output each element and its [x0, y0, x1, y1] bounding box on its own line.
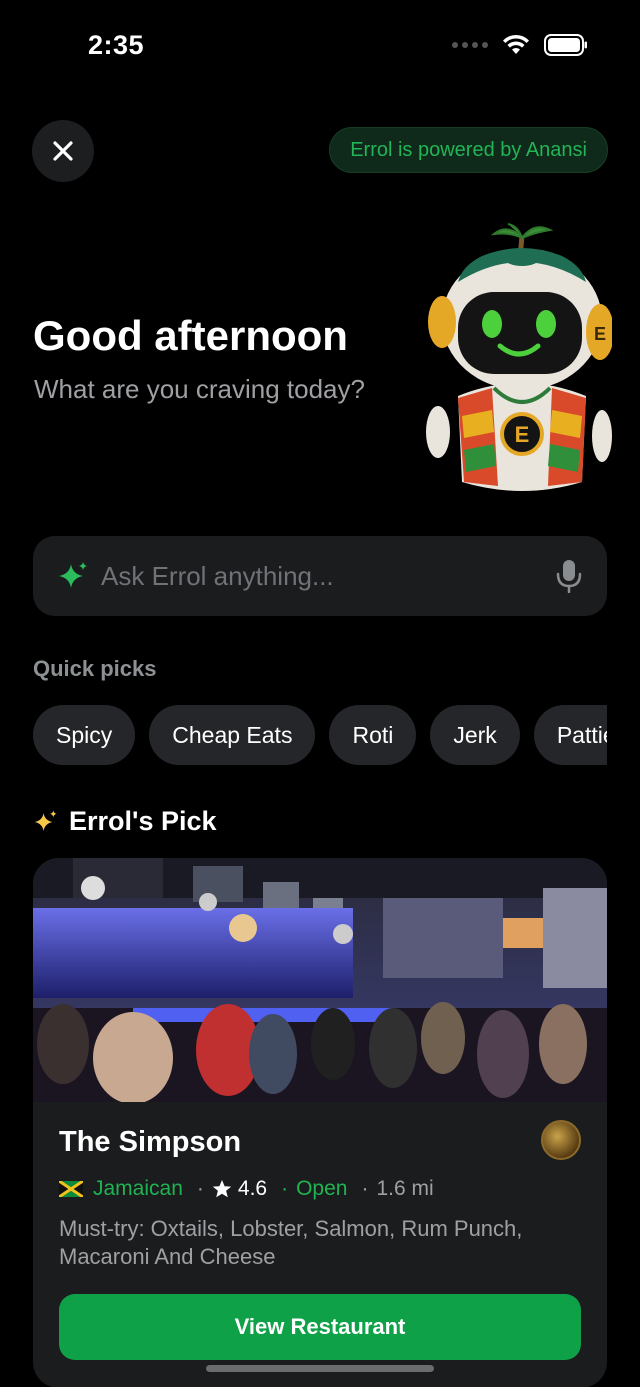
chip-spicy[interactable]: Spicy	[33, 705, 136, 765]
chip-cheap-eats[interactable]: Cheap Eats	[149, 705, 316, 765]
signal-icon	[452, 42, 488, 48]
restaurant-rating: 4.6	[212, 1177, 267, 1201]
status-time: 2:35	[88, 30, 145, 60]
restaurant-info: The Simpson Jamaican · 4.6 · Open · 1.6 …	[59, 1120, 581, 1271]
errols-pick-title: Errol's Pick	[69, 806, 217, 836]
restaurant-meta: Jamaican · 4.6 · Open · 1.6 mi	[59, 1177, 581, 1201]
sparkle-icon	[34, 810, 57, 831]
close-button[interactable]	[32, 120, 94, 182]
restaurant-distance: 1.6 mi	[376, 1177, 434, 1200]
close-icon	[53, 141, 73, 161]
chip-jerk[interactable]: Jerk	[430, 705, 520, 765]
chip-patties[interactable]: Patties	[533, 705, 607, 765]
svg-text:E: E	[515, 422, 530, 447]
quick-picks-label: Quick picks	[33, 656, 157, 681]
status-bar: 2:35	[0, 0, 640, 96]
restaurant-cuisine: Jamaican	[93, 1177, 183, 1200]
battery-icon	[544, 34, 587, 56]
restaurant-photo	[33, 858, 607, 1102]
rating-value: 4.6	[237, 1177, 268, 1200]
open-status: Open	[296, 1177, 348, 1200]
wifi-icon	[503, 34, 529, 54]
errols-pick-heading: Errol's Pick	[33, 806, 217, 837]
greeting-title: Good afternoon	[33, 312, 348, 359]
quick-picks-list: Spicy Cheap Eats Roti Jerk Patties	[33, 705, 607, 765]
restaurant-name: The Simpson	[59, 1126, 242, 1158]
mic-icon[interactable]	[555, 559, 583, 593]
meta-separator: ·	[196, 1177, 204, 1200]
home-indicator[interactable]	[206, 1365, 434, 1372]
powered-by-badge: Errol is powered by Anansi	[329, 127, 608, 173]
svg-text:E: E	[594, 324, 606, 344]
search-input[interactable]	[101, 560, 555, 592]
view-restaurant-button[interactable]: View Restaurant	[59, 1294, 581, 1360]
errol-mascot-image: E E	[426, 223, 612, 491]
chip-roti[interactable]: Roti	[329, 705, 417, 765]
must-try-dishes: Must-try: Oxtails, Lobster, Salmon, Rum …	[59, 1216, 523, 1269]
jamaica-flag-icon	[59, 1181, 83, 1197]
restaurant-logo	[541, 1120, 581, 1160]
restaurant-card[interactable]: The Simpson Jamaican · 4.6 · Open · 1.6 …	[33, 858, 607, 1387]
quick-picks-scroller[interactable]: Spicy Cheap Eats Roti Jerk Patties	[33, 705, 607, 765]
star-icon	[212, 1180, 232, 1198]
sparkle-icon	[59, 562, 87, 588]
meta-separator: ·	[361, 1177, 369, 1200]
status-icons	[452, 34, 588, 56]
ask-errol-search-bar[interactable]	[33, 536, 607, 616]
greeting-subtitle: What are you craving today?	[34, 374, 365, 404]
meta-separator: ·	[281, 1177, 289, 1200]
